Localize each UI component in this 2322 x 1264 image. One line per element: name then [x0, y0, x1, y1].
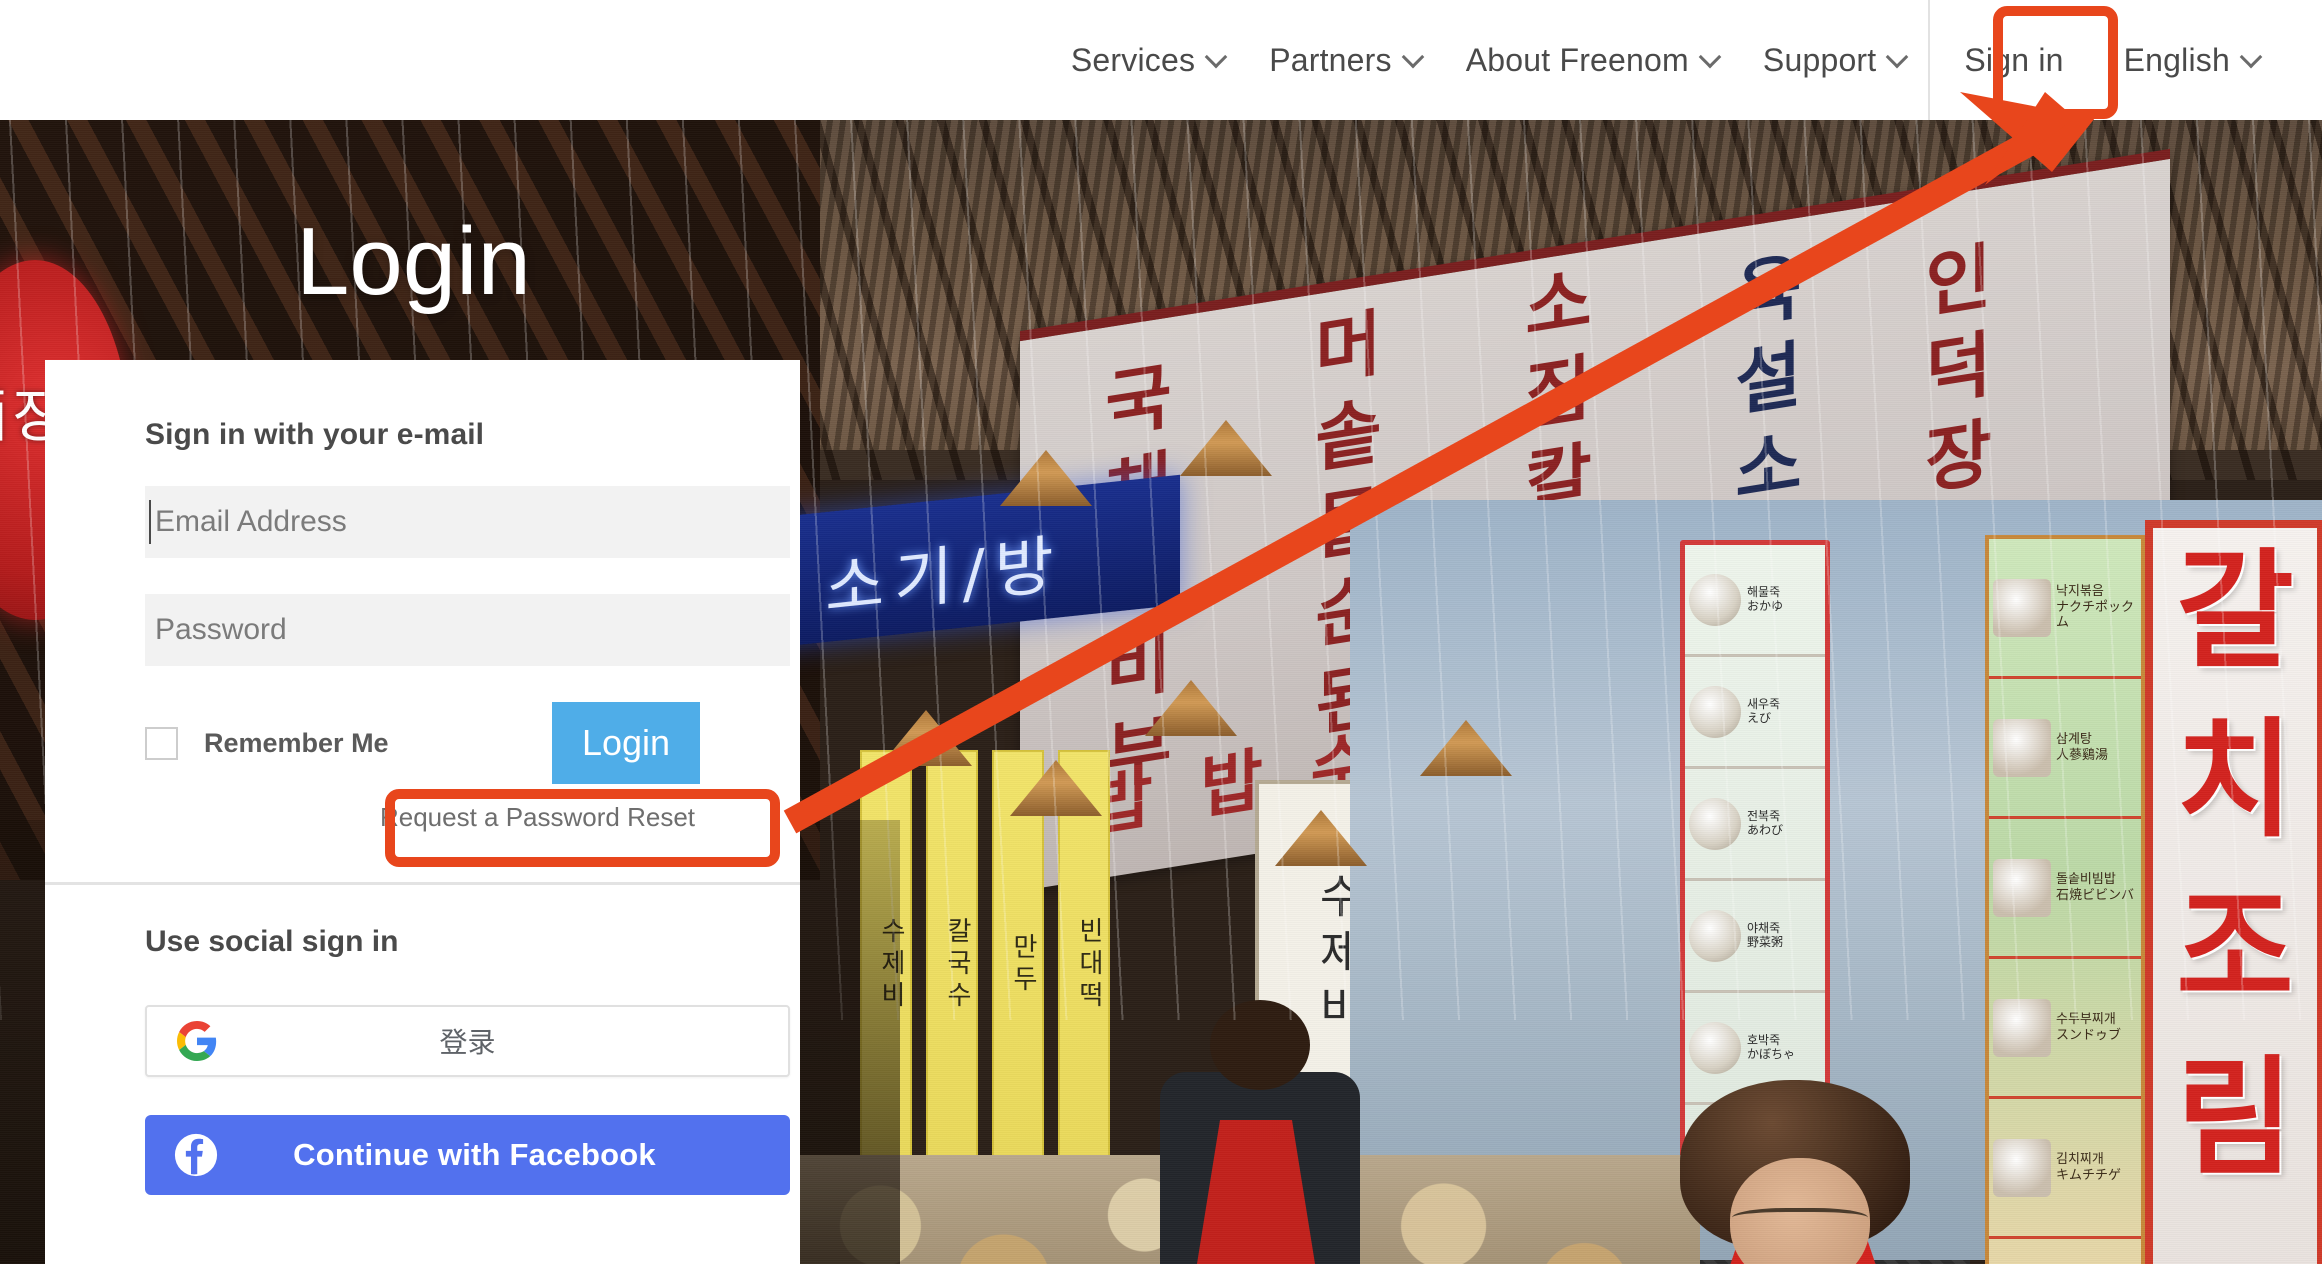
google-sign-in-button[interactable]: 登录 [145, 1005, 790, 1077]
email-field[interactable]: Email Address [145, 486, 790, 558]
nav-label: Services [1070, 41, 1196, 78]
social-section-title: Use social sign in [145, 925, 399, 958]
google-icon [177, 1021, 217, 1061]
facebook-sign-in-button[interactable]: Continue with Facebook [145, 1115, 790, 1195]
email-section-title: Sign in with your e-mail [145, 418, 485, 451]
email-placeholder: Email Address [155, 505, 347, 538]
menu-label: 호박죽 かぼちゃ [1747, 1032, 1796, 1061]
remember-me-group[interactable]: Remember Me [145, 726, 389, 760]
google-button-label: 登录 [439, 1026, 496, 1059]
top-navigation-bar: Services Partners About Freenom Support … [0, 0, 2322, 120]
food-photo [1993, 1138, 2051, 1197]
vendor-background [1150, 1000, 1370, 1264]
food-photo [1689, 1021, 1741, 1074]
nav-label: English [2123, 41, 2230, 78]
woman-glasses [1732, 1208, 1868, 1232]
sign-char: 림 [2176, 1043, 2294, 1193]
chevron-down-icon [1208, 49, 1225, 66]
login-button[interactable]: Login [552, 702, 700, 784]
password-reset-row: Request a Password Reset [145, 802, 700, 833]
password-field[interactable]: Password [145, 594, 790, 666]
nav-item-partners[interactable]: Partners [1247, 0, 1444, 120]
remember-me-label: Remember Me [204, 727, 389, 758]
nav-item-language[interactable]: English [2098, 0, 2260, 120]
nav-label: Sign in [1964, 41, 2064, 78]
page-title: Login [296, 208, 531, 315]
vendor-woman [1620, 1080, 2000, 1264]
login-card-content: Sign in with your e-mail Email Address P… [45, 360, 800, 833]
nav-item-support[interactable]: Support [1741, 0, 1928, 120]
request-password-reset-link[interactable]: Request a Password Reset [380, 802, 695, 833]
chevron-down-icon [2243, 49, 2260, 66]
nav-item-about-freenom[interactable]: About Freenom [1444, 0, 1741, 120]
facebook-button-label: Continue with Facebook [293, 1137, 656, 1172]
nav-item-services[interactable]: Services [1049, 0, 1247, 120]
chevron-down-icon [1702, 49, 1719, 66]
password-placeholder: Password [155, 613, 287, 646]
nav-item-sign-in[interactable]: Sign in [1930, 0, 2097, 120]
nav-item-list: Services Partners About Freenom Support … [1049, 0, 2260, 120]
facebook-icon [173, 1132, 219, 1178]
login-card: Sign in with your e-mail Email Address P… [45, 360, 800, 1264]
card-divider [45, 882, 800, 885]
nav-label: Support [1762, 41, 1877, 78]
menu-label: 김치찌개 キムチチゲ [2056, 1151, 2122, 1183]
chevron-down-icon [1405, 49, 1422, 66]
nav-label: Partners [1269, 41, 1392, 78]
nav-label: About Freenom [1465, 41, 1689, 78]
remember-login-row: Remember Me Login [145, 702, 700, 784]
remember-me-checkbox[interactable] [145, 726, 178, 760]
green-menu-item: 김치찌개 キムチチゲ [1989, 1099, 2141, 1239]
chevron-down-icon [1889, 49, 1906, 66]
page-root: 국채리비부 머솥들순된 소집칼갈 육설소먹 인덕장 밥 밥 수 등 면 면 냉 … [0, 0, 2322, 1264]
